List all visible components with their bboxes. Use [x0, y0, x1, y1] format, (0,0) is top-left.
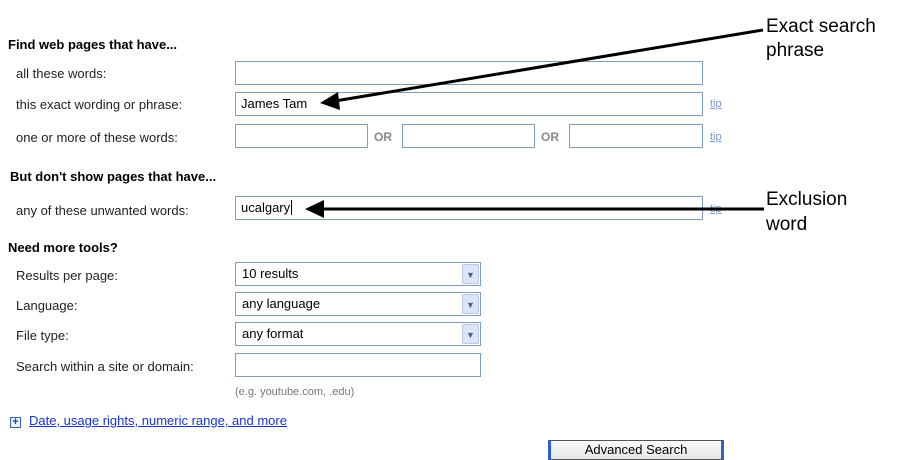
annotation-arrows — [305, 28, 764, 218]
exact-phrase-arrow-line — [334, 28, 764, 103]
exclusion-arrowhead — [305, 200, 324, 218]
exact-phrase-arrowhead — [320, 92, 340, 110]
